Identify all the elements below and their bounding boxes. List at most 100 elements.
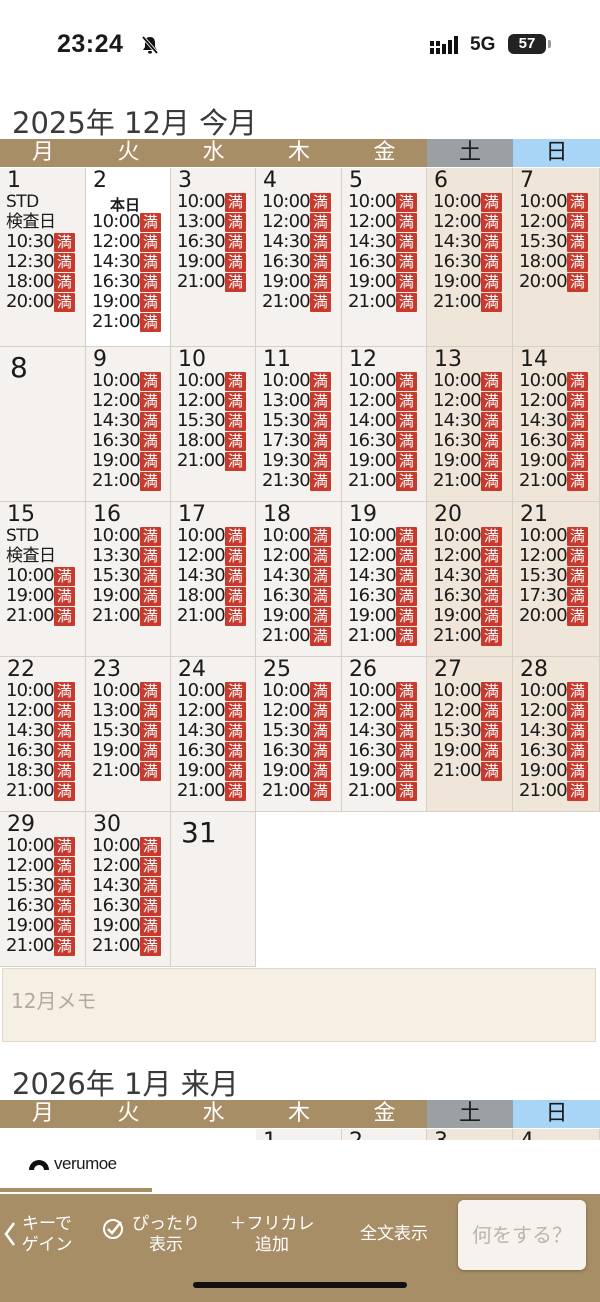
- time-slot[interactable]: 10:00 満: [177, 681, 253, 701]
- action-button[interactable]: 何をする？: [458, 1200, 586, 1270]
- day-cell[interactable]: 25 10:00 満 12:00 満 15:30 満 16:30 満 19:00 満 21:00 満: [256, 657, 342, 812]
- time-slot[interactable]: 16:30 満: [433, 252, 510, 272]
- time-slot[interactable]: 10:00 満: [433, 371, 510, 391]
- time-slot[interactable]: 21:00 満: [519, 781, 597, 801]
- time-slot[interactable]: 21:30 満: [262, 471, 339, 491]
- time-slot[interactable]: 19:00 満: [519, 761, 597, 781]
- time-slot[interactable]: 21:00 満: [92, 606, 168, 626]
- day-cell[interactable]: 20 10:00 満 12:00 満 14:30 満 16:30 満 19:00 満 21:00 満: [427, 502, 513, 657]
- time-slot[interactable]: 15:30 満: [433, 721, 510, 741]
- time-slot[interactable]: 19:00 満: [92, 586, 168, 606]
- time-slot[interactable]: 10:00 満: [519, 681, 597, 701]
- time-slot[interactable]: 19:00 満: [262, 272, 339, 292]
- time-slot[interactable]: 12:00 満: [177, 701, 253, 721]
- time-slot[interactable]: 12:00 満: [348, 391, 424, 411]
- time-slot[interactable]: 16:30 満: [519, 431, 597, 451]
- time-slot[interactable]: 18:30 満: [6, 761, 83, 781]
- time-slot[interactable]: 10:00 満: [348, 681, 424, 701]
- time-slot[interactable]: 21:00 満: [262, 626, 339, 646]
- time-slot[interactable]: 10:00 満: [177, 192, 253, 212]
- time-slot[interactable]: 10:00 満: [519, 192, 597, 212]
- time-slot[interactable]: 14:30 満: [433, 566, 510, 586]
- time-slot[interactable]: 16:30 満: [92, 431, 168, 451]
- time-slot[interactable]: 16:30 満: [262, 252, 339, 272]
- time-slot[interactable]: 19:00 満: [433, 272, 510, 292]
- december-memo-field[interactable]: 12月メモ: [2, 968, 596, 1042]
- time-slot[interactable]: 19:00 満: [348, 272, 424, 292]
- time-slot[interactable]: 10:00 満: [177, 526, 253, 546]
- time-slot[interactable]: 16:30 満: [92, 272, 168, 292]
- add-furigana-button[interactable]: ＋フリカレ 追加: [216, 1214, 328, 1256]
- time-slot[interactable]: 18:00 満: [6, 272, 83, 292]
- time-slot[interactable]: 19:00 満: [92, 292, 168, 312]
- time-slot[interactable]: 14:30 満: [92, 411, 168, 431]
- time-slot[interactable]: 10:00 満: [262, 526, 339, 546]
- time-slot[interactable]: 14:30 満: [348, 232, 424, 252]
- time-slot[interactable]: 16:30 満: [519, 741, 597, 761]
- time-slot[interactable]: 13:00 満: [177, 212, 253, 232]
- time-slot[interactable]: 10:00 満: [348, 371, 424, 391]
- time-slot[interactable]: 16:30 満: [92, 896, 168, 916]
- time-slot[interactable]: 16:30 満: [348, 252, 424, 272]
- time-slot[interactable]: 15:30 満: [262, 411, 339, 431]
- time-slot[interactable]: 14:00 満: [348, 411, 424, 431]
- time-slot[interactable]: 19:00 満: [433, 451, 510, 471]
- time-slot[interactable]: 10:00 満: [6, 836, 83, 856]
- time-slot[interactable]: 14:30 満: [262, 566, 339, 586]
- day-cell[interactable]: 6 10:00 満 12:00 満 14:30 満 16:30 満 19:00 満 21:00 満: [427, 168, 513, 347]
- time-slot[interactable]: 12:00 満: [177, 391, 253, 411]
- time-slot[interactable]: 18:00 満: [519, 252, 597, 272]
- day-cell[interactable]: 28 10:00 満 12:00 満 14:30 満 16:30 満 19:00 満 21:00 満: [513, 657, 600, 812]
- time-slot[interactable]: 19:00 満: [348, 761, 424, 781]
- time-slot[interactable]: 19:00 満: [262, 606, 339, 626]
- time-slot[interactable]: 10:00 満: [519, 371, 597, 391]
- time-slot[interactable]: 19:00 満: [262, 761, 339, 781]
- time-slot[interactable]: 19:00 満: [433, 741, 510, 761]
- day-cell[interactable]: 16 10:00 満 13:30 満 15:30 満 19:00 満 21:00 満: [86, 502, 171, 657]
- time-slot[interactable]: 10:00 満: [348, 526, 424, 546]
- time-slot[interactable]: 21:00 満: [177, 606, 253, 626]
- time-slot[interactable]: 10:00 満: [262, 371, 339, 391]
- day-cell[interactable]: 22 10:00 満 12:00 満 14:30 満 16:30 満 18:30 満 21:00 満: [0, 657, 86, 812]
- time-slot[interactable]: 21:00 満: [92, 761, 168, 781]
- time-slot[interactable]: 17:30 満: [262, 431, 339, 451]
- time-slot[interactable]: 21:00 満: [433, 626, 510, 646]
- time-slot[interactable]: 19:00 満: [6, 586, 83, 606]
- time-slot[interactable]: 10:00 満: [92, 526, 168, 546]
- time-slot[interactable]: 16:30 満: [6, 741, 83, 761]
- time-slot[interactable]: 21:00 満: [92, 312, 168, 332]
- time-slot[interactable]: 10:00 満: [92, 681, 168, 701]
- time-slot[interactable]: 10:00 満: [177, 371, 253, 391]
- time-slot[interactable]: 21:00 満: [519, 471, 597, 491]
- day-cell[interactable]: 5 10:00 満 12:00 満 14:30 満 16:30 満 19:00 満 21:00 満: [342, 168, 427, 347]
- time-slot[interactable]: 14:30 満: [6, 721, 83, 741]
- time-slot[interactable]: 10:00 満: [262, 681, 339, 701]
- time-slot[interactable]: 12:30 満: [6, 252, 83, 272]
- time-slot[interactable]: 14:30 満: [348, 721, 424, 741]
- time-slot[interactable]: 21:00 満: [348, 471, 424, 491]
- time-slot[interactable]: 15:30 満: [519, 232, 597, 252]
- time-slot[interactable]: 20:00 満: [6, 292, 83, 312]
- time-slot[interactable]: 17:30 満: [519, 586, 597, 606]
- time-slot[interactable]: 14:30 満: [177, 566, 253, 586]
- time-slot[interactable]: 19:00 満: [519, 451, 597, 471]
- time-slot[interactable]: 14:30 満: [519, 411, 597, 431]
- time-slot[interactable]: 12:00 満: [262, 546, 339, 566]
- time-slot[interactable]: 15:30 満: [262, 721, 339, 741]
- day-cell[interactable]: 18 10:00 満 12:00 満 14:30 満 16:30 満 19:00 満 21:00 満: [256, 502, 342, 657]
- app-logo[interactable]: verumoe: [28, 1154, 117, 1174]
- time-slot[interactable]: 21:00 満: [262, 781, 339, 801]
- time-slot[interactable]: 10:00 満: [348, 192, 424, 212]
- time-slot[interactable]: 21:00 満: [177, 781, 253, 801]
- time-slot[interactable]: 13:00 満: [92, 701, 168, 721]
- time-slot[interactable]: 19:00 満: [348, 451, 424, 471]
- time-slot[interactable]: 12:00 満: [519, 391, 597, 411]
- time-slot[interactable]: 16:30 満: [433, 431, 510, 451]
- time-slot[interactable]: 12:00 満: [433, 212, 510, 232]
- time-slot[interactable]: 12:00 満: [177, 546, 253, 566]
- time-slot[interactable]: 14:30 満: [433, 232, 510, 252]
- time-slot[interactable]: 16:30 満: [348, 431, 424, 451]
- time-slot[interactable]: 21:00 満: [262, 292, 339, 312]
- time-slot[interactable]: 14:30 満: [519, 721, 597, 741]
- time-slot[interactable]: 10:00 満: [92, 836, 168, 856]
